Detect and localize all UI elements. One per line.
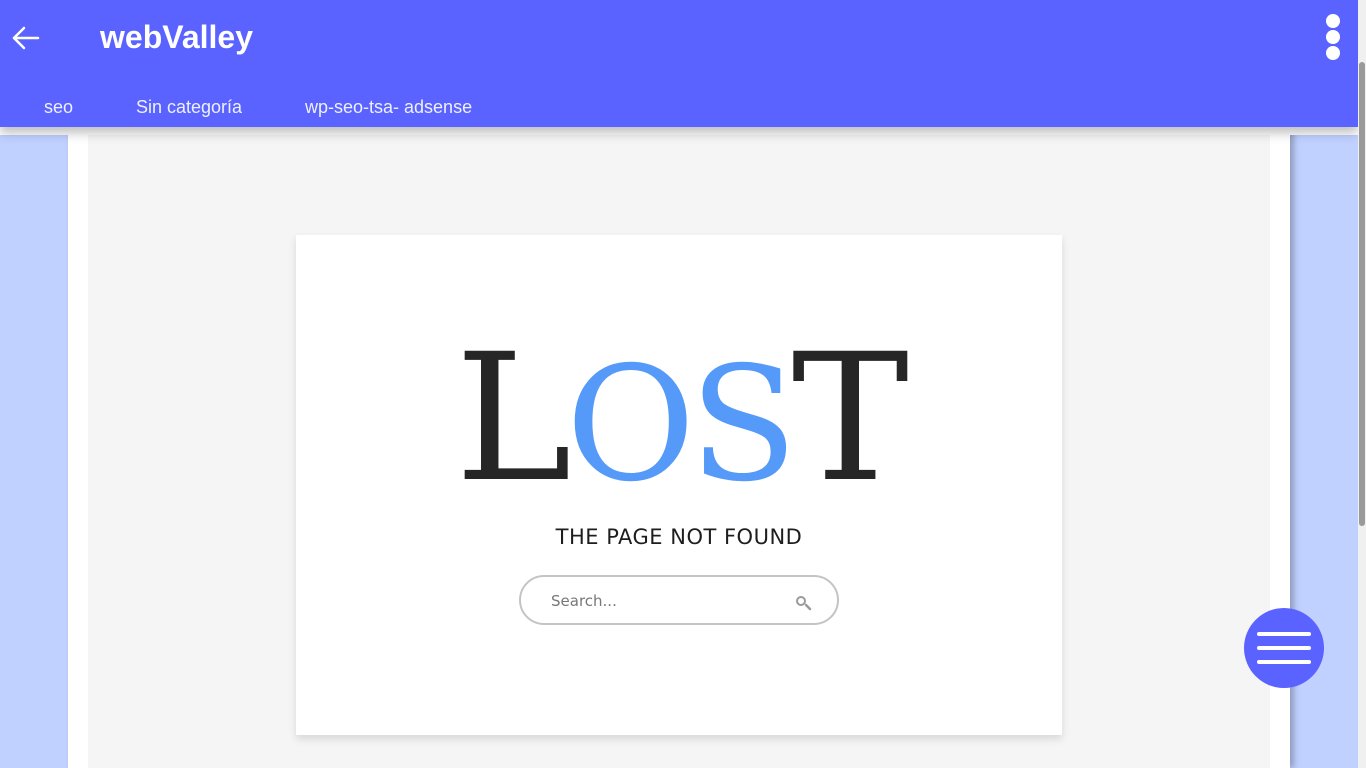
lost-letters-os: OS (565, 333, 798, 517)
not-found-card: LOST THE PAGE NOT FOUND (296, 235, 1062, 735)
category-nav: seo Sin categoría wp-seo-tsa- adsense (0, 80, 1358, 127)
floating-menu-button[interactable] (1244, 608, 1324, 688)
more-options-button[interactable] (1320, 14, 1346, 60)
search-box (519, 575, 839, 625)
lost-letter-l: L (454, 316, 572, 521)
more-vertical-icon-dot (1326, 46, 1340, 60)
app-bar: webValley (0, 0, 1358, 80)
search-button[interactable] (791, 593, 819, 613)
content-area: LOST THE PAGE NOT FOUND (88, 127, 1270, 768)
scrollbar-thumb[interactable] (1359, 62, 1365, 526)
category-link-seo[interactable]: seo (44, 80, 73, 127)
search-icon (796, 596, 812, 611)
hamburger-menu-icon (1257, 632, 1311, 636)
page-scrollbar[interactable] (1358, 0, 1366, 768)
page-container: LOST THE PAGE NOT FOUND (68, 127, 1290, 768)
category-link-wp-seo-tsa-adsense[interactable]: wp-seo-tsa- adsense (305, 80, 472, 127)
hamburger-menu-icon-bar (1257, 660, 1311, 664)
lost-letter-t: T (791, 316, 909, 521)
site-title[interactable]: webValley (100, 18, 253, 56)
back-button[interactable] (8, 20, 44, 56)
category-link-sin-categoria[interactable]: Sin categoría (136, 80, 242, 127)
more-vertical-icon-dot (1326, 30, 1340, 44)
more-vertical-icon (1326, 14, 1340, 28)
nav-divider (0, 127, 1358, 135)
lost-heading: LOST (296, 331, 1062, 514)
search-input[interactable] (549, 587, 779, 615)
arrow-left-icon (12, 26, 40, 50)
not-found-message: THE PAGE NOT FOUND (555, 525, 803, 549)
hamburger-menu-icon-bar (1257, 646, 1311, 650)
